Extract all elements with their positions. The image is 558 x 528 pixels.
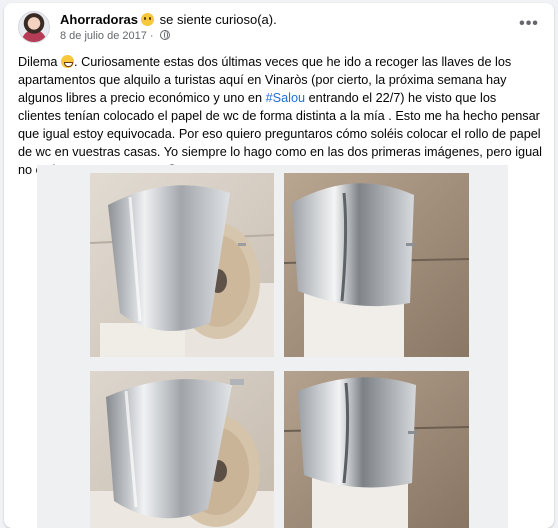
post-card: Ahorradoras se siente curioso(a). 8 de j… bbox=[4, 3, 554, 528]
date-separator: · bbox=[146, 30, 157, 42]
photo-roll-under-2[interactable] bbox=[284, 371, 469, 528]
post-header: Ahorradoras se siente curioso(a). 8 de j… bbox=[4, 3, 554, 51]
globe-icon bbox=[159, 30, 170, 40]
photo-roll-over-2[interactable] bbox=[90, 371, 274, 528]
author-name[interactable]: Ahorradoras bbox=[60, 12, 138, 27]
photo-roll-over-1[interactable] bbox=[90, 173, 274, 357]
post-text: Dilema . Curiosamente estas dos últimas … bbox=[18, 53, 542, 179]
photo-gallery bbox=[37, 165, 508, 528]
photo-roll-under-1[interactable] bbox=[284, 173, 469, 357]
grinning-face-emoji-icon bbox=[61, 55, 75, 68]
post-date[interactable]: 8 de julio de 2017 bbox=[60, 30, 147, 42]
author-line: Ahorradoras se siente curioso(a). bbox=[60, 12, 277, 27]
post-meta: 8 de julio de 2017 · bbox=[60, 30, 170, 42]
author-avatar[interactable] bbox=[18, 11, 50, 43]
post-text-intro: Dilema bbox=[18, 55, 62, 69]
more-options-icon[interactable]: ••• bbox=[518, 13, 540, 35]
feeling-text: se siente curioso(a). bbox=[156, 12, 277, 27]
hashtag-link[interactable]: #Salou bbox=[266, 91, 306, 105]
curious-face-emoji-icon bbox=[141, 13, 155, 26]
